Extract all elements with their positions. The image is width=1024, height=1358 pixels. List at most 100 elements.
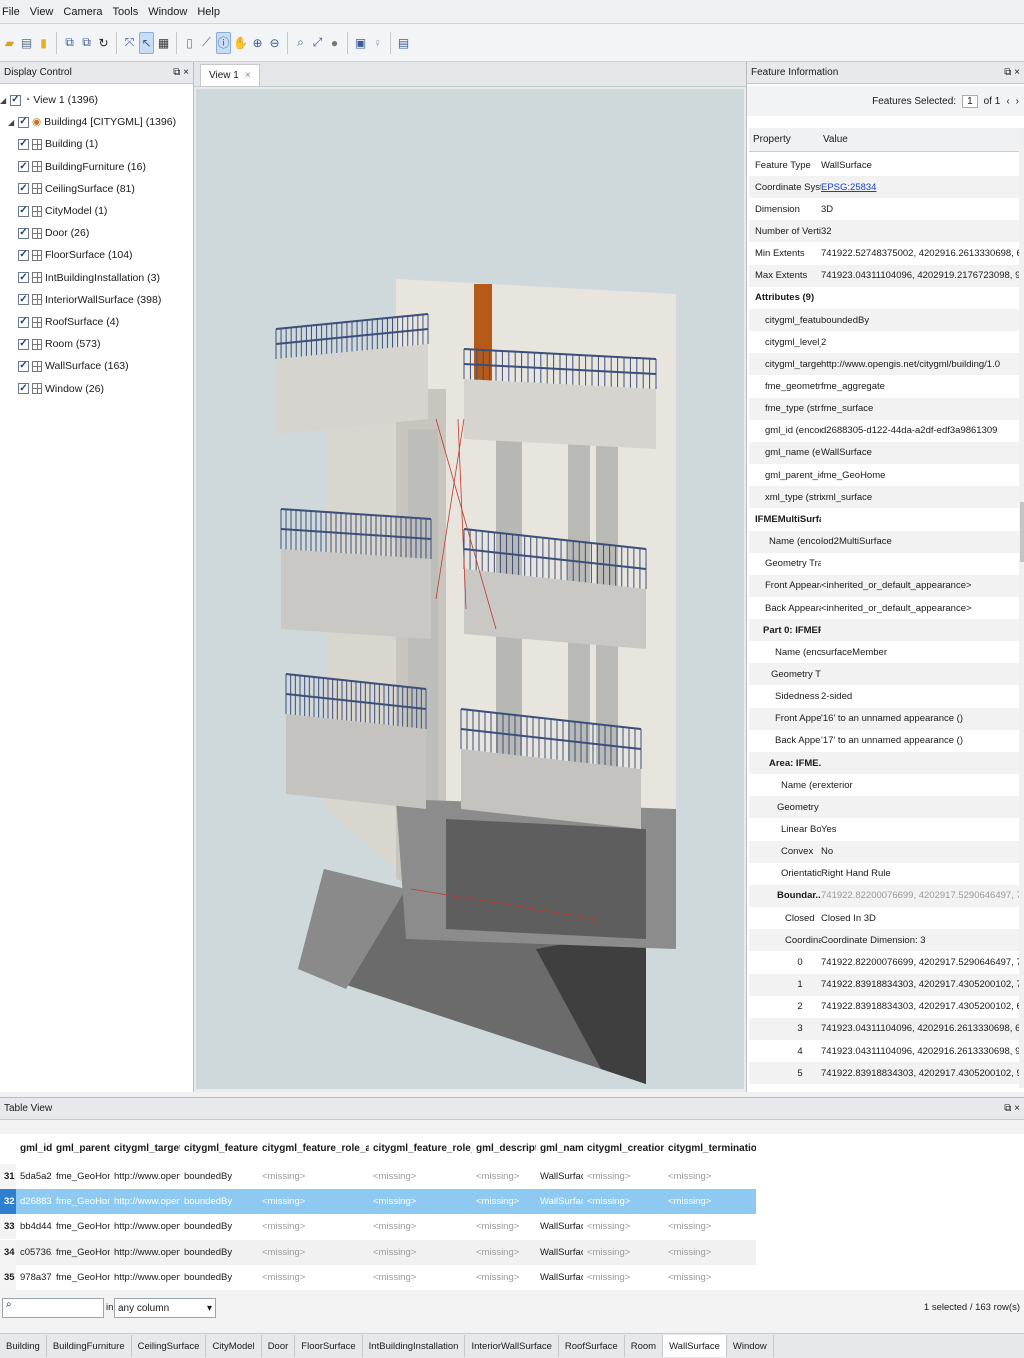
property-row[interactable]: Max Extents 741923.04311104096, 4202919.2… (749, 264, 1019, 287)
property-row[interactable]: IFMEMultiSurfa... (749, 508, 1019, 530)
row-number[interactable]: 32 (0, 1189, 16, 1215)
zoom-in-icon[interactable]: ⊕ (250, 32, 265, 54)
property-row[interactable]: Area: IFME... (749, 752, 1019, 775)
property-row[interactable]: Coordinate SystemEPSG:25834 (749, 176, 1019, 199)
filter-icon[interactable]: ♀ (370, 32, 385, 54)
info-icon[interactable]: ⓘ (216, 31, 231, 54)
tab-feature-type[interactable]: Door (262, 1335, 296, 1357)
tree-item[interactable]: ✓ Room (573) (18, 334, 100, 354)
visibility-checkbox[interactable]: ✓ (18, 161, 29, 173)
tree-item[interactable]: ✓ Building (1) (18, 134, 98, 154)
property-row[interactable]: 3 741923.04311104096, 4202916.2613330698,… (749, 1017, 1019, 1040)
visibility-checkbox[interactable]: ✓ (18, 294, 29, 306)
coordinate-system-link[interactable]: EPSG:25834 (821, 176, 1019, 198)
tab-feature-type[interactable]: Room (625, 1335, 664, 1357)
tab-feature-type[interactable]: IntBuildingInstallation (363, 1335, 466, 1357)
property-row[interactable]: citygml_feature_r...boundedBy (749, 309, 1019, 332)
property-row[interactable]: xml_type (string)xml_surface (749, 486, 1019, 509)
pan-icon[interactable]: ✋ (233, 32, 248, 54)
tree-item[interactable]: ✓ InteriorWallSurface (398) (18, 290, 161, 310)
property-row[interactable]: Front Appearanc...<inherited_or_default_… (749, 574, 1019, 597)
column-header[interactable]: citygml_terminationDate (664, 1134, 756, 1162)
column-header[interactable]: gml_description (472, 1134, 536, 1162)
measure-icon[interactable]: ⟋ (199, 32, 214, 54)
column-header[interactable]: gml_id (16, 1134, 52, 1162)
column-header[interactable]: citygml_target_uri (110, 1134, 180, 1162)
property-row[interactable]: fme_geometry (st...fme_aggregate (749, 376, 1019, 398)
row-number[interactable]: 31 (0, 1164, 16, 1189)
tree-item[interactable]: ◢ ✓ ◔ View 1 (1396) (0, 90, 98, 110)
tab-feature-type[interactable]: CityModel (206, 1335, 262, 1357)
tree-item[interactable]: ✓ IntBuildingInstallation (3) (18, 268, 160, 288)
menu-window[interactable]: Window (146, 6, 189, 18)
tree-item[interactable]: ✓ WallSurface (163) (18, 356, 129, 376)
column-filter-select[interactable]: any column ▾ (114, 1298, 216, 1318)
property-row[interactable]: 5 741922.83918834303, 4202917.4305200102,… (749, 1062, 1019, 1085)
tree-item[interactable]: ✓ Door (26) (18, 223, 89, 243)
visibility-checkbox[interactable]: ✓ (18, 116, 29, 128)
zoom-out-icon[interactable]: ⊖ (267, 32, 282, 54)
property-row[interactable]: Back Appearan...'17' to an unnamed appea… (749, 730, 1019, 752)
table-icon[interactable]: ▦ (156, 32, 171, 54)
property-row[interactable]: Front Appeara...'16' to an unnamed appea… (749, 707, 1019, 730)
visibility-checkbox[interactable]: ✓ (18, 383, 29, 395)
visibility-checkbox[interactable]: ✓ (18, 338, 29, 350)
visibility-checkbox[interactable]: ✓ (18, 316, 29, 328)
building-model[interactable] (196, 89, 744, 1089)
property-row[interactable]: Number of Vertices32 (749, 220, 1019, 243)
property-row[interactable]: Geometry Trait... (749, 663, 1019, 686)
prev-arrow-icon[interactable]: ‹ (1006, 96, 1009, 107)
export-icon[interactable]: ▣ (353, 32, 368, 54)
property-row[interactable]: citygml_target_uri...http://www.opengis.… (749, 353, 1019, 376)
menu-file[interactable]: File (0, 6, 22, 18)
expand-arrow-icon[interactable]: ◢ (0, 96, 7, 105)
scrollbar-thumb[interactable] (1020, 502, 1024, 562)
settings-icon[interactable]: ▤ (396, 32, 411, 54)
property-row[interactable]: Feature Type WallSurface (749, 154, 1019, 176)
tab-feature-type[interactable]: Window (727, 1335, 774, 1357)
zoom-extent-icon[interactable]: ⌕ (293, 32, 308, 54)
property-row[interactable]: Closed Closed In 3D (749, 907, 1019, 929)
tab-feature-type[interactable]: RoofSurface (559, 1335, 625, 1357)
property-row[interactable]: gml_parent_id (en...fme_GeoHome (749, 464, 1019, 486)
tree-item[interactable]: ✓ BuildingFurniture (16) (18, 157, 146, 177)
row-number[interactable]: 33 (0, 1214, 16, 1240)
property-row[interactable]: 4 741923.04311104096, 4202916.2613330698,… (749, 1040, 1019, 1062)
property-row[interactable]: Boundar... 741922.82200076699, 4202917.52… (749, 884, 1019, 907)
property-row[interactable]: OrientationRight Hand Rule (749, 863, 1019, 885)
property-row[interactable]: 2 741922.83918834303, 4202917.4305200102,… (749, 996, 1019, 1018)
search-input[interactable]: ⌕ (2, 1298, 104, 1318)
column-header[interactable]: citygml_feature_role_attr_name (258, 1134, 369, 1162)
table-row[interactable]: 35 978a3754... fme_GeoHome http://www.openg… (0, 1264, 756, 1290)
property-row[interactable]: Name (enco...exterior (749, 774, 1019, 796)
visibility-checkbox[interactable]: ✓ (18, 138, 29, 150)
property-row[interactable]: Geometry Traits (3) (749, 553, 1019, 575)
tree-item[interactable]: ◢ ✓ ◉ Building4 [CITYGML] (1396) (8, 112, 176, 132)
column-header[interactable]: citygml_feature_role_attr_val (369, 1134, 472, 1162)
table-row[interactable]: 34 c057362f... fme_GeoHome http://www.openg… (0, 1239, 756, 1265)
property-row[interactable]: Name (encoded:...lod2MultiSurface (749, 530, 1019, 553)
ruler-icon[interactable]: ▯ (182, 32, 197, 54)
property-row[interactable]: Sidedness 2-sided (749, 686, 1019, 708)
property-row[interactable]: fme_type (string)fme_surface (749, 397, 1019, 420)
menu-tools[interactable]: Tools (111, 6, 141, 18)
open-icon[interactable]: ▰ (2, 32, 17, 54)
tab-feature-type[interactable]: BuildingFurniture (47, 1335, 132, 1357)
globe-icon[interactable]: ● (327, 32, 342, 54)
visibility-checkbox[interactable]: ✓ (18, 205, 29, 217)
tab-feature-type[interactable]: InteriorWallSurface (465, 1335, 559, 1357)
column-header[interactable]: gml_name (536, 1134, 583, 1162)
visibility-checkbox[interactable]: ✓ (18, 227, 29, 239)
select-icon[interactable]: ⤧ (122, 32, 137, 54)
visibility-checkbox[interactable]: ✓ (10, 94, 21, 106)
column-property[interactable]: Property (753, 134, 791, 145)
property-row[interactable]: gml_id (encoded:...d2688305-d122-44da-a2… (749, 420, 1019, 442)
menu-help[interactable]: Help (195, 6, 222, 18)
tree-item[interactable]: ✓ FloorSurface (104) (18, 245, 133, 265)
tab-feature-type[interactable]: FloorSurface (295, 1335, 363, 1357)
tab-feature-type[interactable]: Building (0, 1335, 47, 1357)
visibility-checkbox[interactable]: ✓ (18, 249, 29, 261)
close-icon[interactable]: × (245, 70, 251, 81)
property-row[interactable]: Geometry Tr... (749, 796, 1019, 819)
feature-index-spinner[interactable]: 1 (962, 94, 978, 108)
